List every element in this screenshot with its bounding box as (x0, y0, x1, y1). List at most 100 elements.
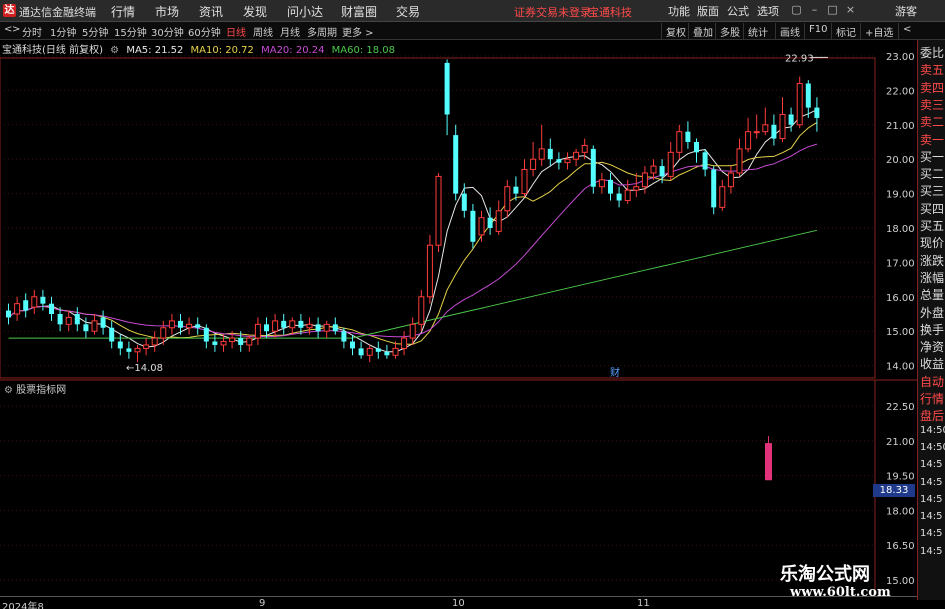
maximize-icon[interactable]: □ (826, 3, 839, 17)
candle-body (366, 347, 373, 356)
candle-body (805, 83, 811, 108)
period-15min[interactable]: 15分钟 (114, 24, 147, 39)
quote-panel-item: 买一 (920, 149, 945, 164)
candle-body (57, 314, 63, 325)
candle-body (453, 135, 459, 194)
quote-panel-item: 自动 (920, 374, 945, 389)
tool-adjust[interactable]: 复权 (661, 23, 690, 39)
candle-body (375, 348, 381, 352)
quote-panel-item: 卖一 (920, 132, 945, 147)
candle-body (272, 320, 279, 332)
add-watchlist-button[interactable]: +自选 (860, 23, 897, 39)
quote-panel-item: 卖四 (920, 80, 945, 95)
menu-ask-xiaoda[interactable]: 问小达 (287, 3, 323, 20)
quote-panel-item: 14:5 (920, 493, 943, 505)
close-icon[interactable]: × (844, 3, 857, 17)
candle-body (538, 148, 545, 160)
candle-body (667, 151, 674, 177)
trade-login-status[interactable]: 证券交易未登录 (514, 4, 591, 20)
gear-icon[interactable]: ⚙ (4, 385, 13, 396)
candle-body (478, 217, 485, 236)
indicator-tick-label: 19.50 (886, 472, 915, 483)
period-1min[interactable]: 1分钟 (50, 24, 76, 39)
guest-user[interactable]: 游客 (895, 3, 917, 19)
quote-panel-item: 14:5 (920, 528, 943, 540)
menu-discover[interactable]: 发现 (243, 3, 267, 20)
candle-body (298, 320, 304, 328)
menu-wealth-circle[interactable]: 财富圈 (341, 3, 377, 20)
period-30min[interactable]: 30分钟 (151, 24, 184, 39)
tool-mark[interactable]: 标记 (831, 23, 860, 39)
current-price-tag: 18.33 (873, 484, 915, 497)
ma20-value: MA20: 20.24 (261, 45, 325, 56)
period-more[interactable]: 更多 > (342, 24, 374, 39)
date-label: 10 (452, 598, 465, 609)
quote-panel-item: 委比 (920, 46, 945, 60)
window-icon[interactable]: ▢ (790, 3, 803, 17)
candle-body (771, 124, 777, 139)
menu-quotes[interactable]: 行情 (111, 3, 135, 20)
top-menu-bar: 达 通达信金融终端 行情 市场 资讯 发现 问小达 财富圈 交易 证券交易未登录… (0, 0, 945, 22)
candle-body (435, 175, 442, 246)
period-5min[interactable]: 5分钟 (82, 24, 108, 39)
kline-chart[interactable]: 23.00 22.00 21.00 20.00 19.00 18.00 17.00 16.00… (0, 40, 917, 596)
candlesticks (6, 59, 820, 363)
date-label: 9 (259, 598, 266, 609)
candle-body (315, 324, 321, 332)
quote-panel-item: 行情 (920, 392, 945, 406)
date-label: 2024年8 (2, 602, 44, 609)
candle-body (779, 113, 786, 140)
menu-trade[interactable]: 交易 (396, 3, 420, 20)
candle-body (151, 337, 158, 346)
tool-options[interactable]: 选项 (757, 3, 779, 19)
quote-panel-item: 买四 (920, 201, 945, 216)
candle-body (564, 158, 571, 164)
candle-body (126, 348, 132, 352)
tool-multi-stock[interactable]: 多股 (715, 23, 744, 39)
watermark-url: www.60lt.com (790, 585, 891, 600)
tool-f10[interactable]: F10 (804, 23, 831, 39)
candle-body (289, 320, 296, 329)
period-multi[interactable]: 多周期 (307, 24, 337, 39)
candle-body (641, 172, 648, 188)
price-tick-label: 20.00 (886, 155, 915, 166)
gear-icon[interactable]: ⚙ (110, 45, 119, 56)
menu-news[interactable]: 资讯 (199, 3, 223, 20)
candle-body (384, 351, 390, 356)
candle-body (573, 151, 580, 160)
price-tick-label: 18.00 (886, 224, 915, 235)
quote-panel-item: 盘后 (920, 409, 945, 424)
period-monthly[interactable]: 月线 (280, 24, 300, 39)
candle-body (134, 347, 141, 353)
menu-market[interactable]: 市场 (155, 3, 179, 20)
quote-panel-item: 卖三 (920, 97, 945, 112)
period-60min[interactable]: 60分钟 (188, 24, 221, 39)
quote-panel-item: 现价 (920, 236, 945, 251)
tool-layout[interactable]: 版面 (697, 3, 719, 19)
period-daily[interactable]: 日线 (226, 24, 246, 39)
tool-draw-line[interactable]: 画线 (775, 23, 804, 39)
tool-formula[interactable]: 公式 (727, 3, 749, 19)
candle-body (504, 186, 511, 212)
period-weekly[interactable]: 周线 (253, 24, 273, 39)
tool-statistics[interactable]: 统计 (743, 23, 772, 39)
chart-grid (0, 55, 917, 596)
candle-body (117, 341, 123, 349)
minimize-icon[interactable]: – (808, 3, 821, 17)
current-stock-name: 宝通科技 (588, 6, 632, 19)
tool-overlay[interactable]: 叠加 (688, 23, 717, 39)
tool-functions[interactable]: 功能 (668, 3, 690, 19)
candle-body (168, 320, 175, 329)
period-intraday[interactable]: 分时 (22, 24, 42, 39)
candle-body (264, 324, 269, 332)
ma-legend: 宝通科技(日线 前复权) ⚙ MA5: 21.52 MA10: 20.72 MA… (0, 41, 399, 56)
nav-next-icon[interactable]: > (12, 24, 20, 35)
candle-body (711, 169, 717, 208)
candle-body (624, 189, 631, 201)
candle-body (788, 114, 794, 125)
nav-collapse-icon[interactable]: < (898, 23, 915, 39)
candle-body (616, 193, 622, 201)
candle-body (426, 244, 433, 298)
candle-body (581, 144, 588, 153)
indicator-bar (765, 443, 772, 481)
